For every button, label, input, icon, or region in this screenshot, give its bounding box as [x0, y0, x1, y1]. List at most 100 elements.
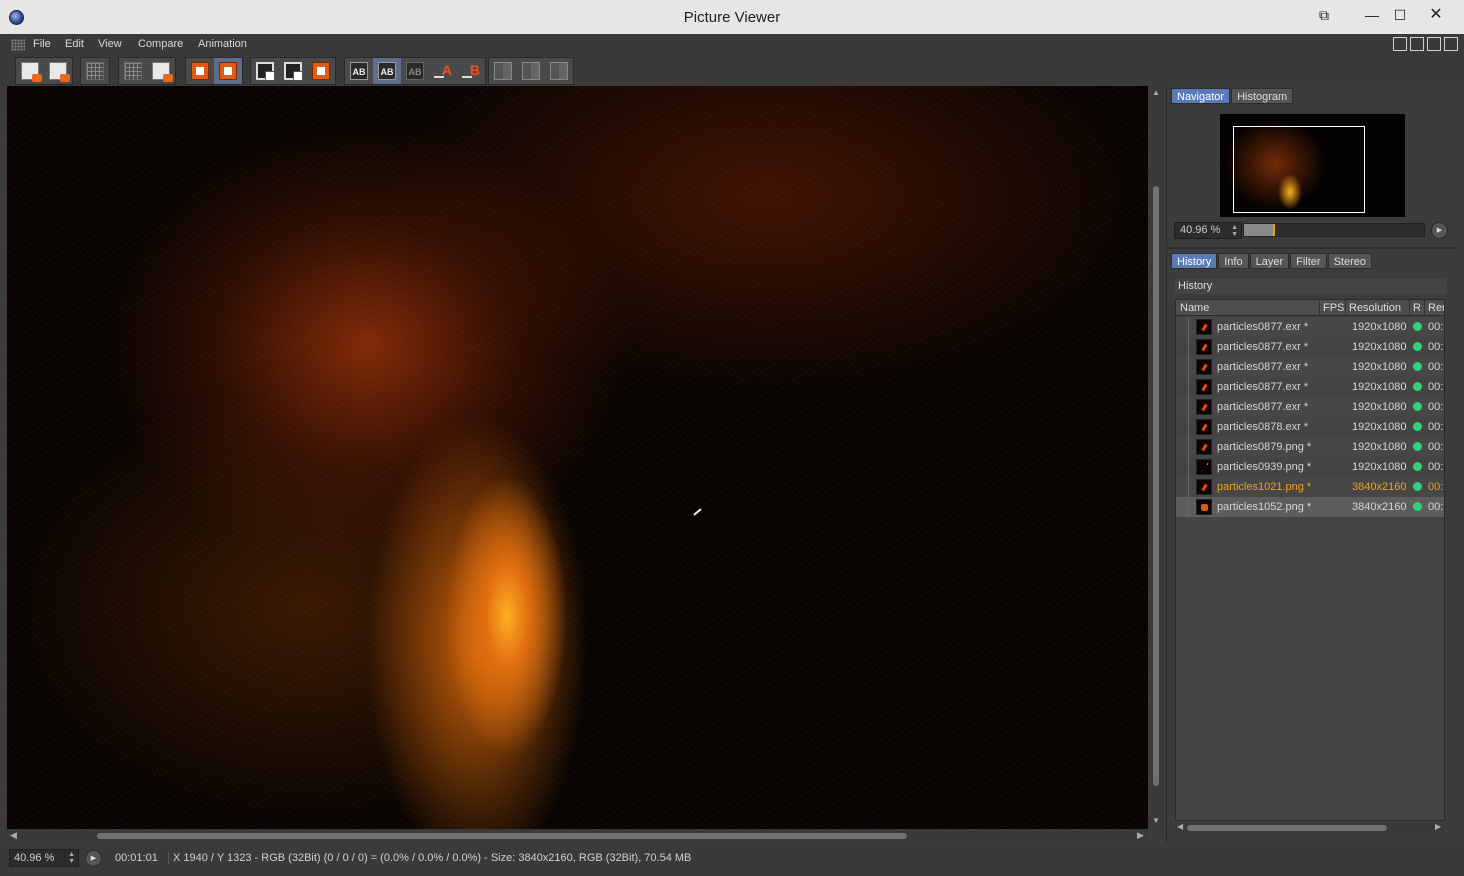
- column-separator[interactable]: [1424, 300, 1425, 316]
- vertical-scroll-thumb[interactable]: [1153, 186, 1159, 786]
- row-render-time: 00:: [1428, 401, 1444, 413]
- cinema4d-app-icon[interactable]: [9, 10, 24, 25]
- vertical-scrollbar[interactable]: ▲ ▼: [1148, 86, 1165, 829]
- image-viewport[interactable]: [7, 86, 1148, 829]
- fit-region-button[interactable]: [279, 58, 307, 84]
- column-name[interactable]: Name: [1180, 302, 1209, 314]
- dock-panel-icon[interactable]: [1444, 37, 1458, 51]
- zoom-spinner-icon[interactable]: ▲ ▼: [68, 851, 75, 865]
- ab-compare-button[interactable]: AB: [345, 58, 373, 84]
- tab-filter[interactable]: Filter: [1290, 253, 1327, 269]
- table-row[interactable]: particles0877.exr * 1920x1080 00:: [1176, 317, 1444, 337]
- column-resolution[interactable]: Resolution: [1349, 302, 1401, 314]
- table-row[interactable]: particles0877.exr * 1920x1080 00:: [1176, 357, 1444, 377]
- set-a-button[interactable]: A: [429, 58, 457, 84]
- history-scroll-thumb[interactable]: [1187, 825, 1387, 831]
- history-scroll-right-icon[interactable]: ▶: [1435, 822, 1441, 831]
- crop-button[interactable]: [119, 58, 147, 84]
- menu-grip-icon[interactable]: [11, 39, 25, 51]
- ab-split-button[interactable]: AB: [401, 58, 429, 84]
- row-name: particles0877.exr *: [1217, 401, 1309, 413]
- render-status-dot: [1413, 502, 1422, 511]
- scroll-down-icon[interactable]: ▼: [1152, 816, 1160, 825]
- menu-compare[interactable]: Compare: [138, 38, 183, 50]
- layout-controls: [1393, 37, 1458, 51]
- split-left-button[interactable]: [489, 58, 517, 84]
- navigator-view-rect[interactable]: [1233, 126, 1365, 213]
- table-row[interactable]: particles1052.png * 3840x2160 00:: [1176, 497, 1444, 517]
- horizontal-scrollbar[interactable]: ◀ ▶: [7, 829, 1148, 843]
- view-stamp-button[interactable]: [307, 58, 335, 84]
- column-separator[interactable]: [1319, 300, 1320, 316]
- table-row[interactable]: particles0939.png * 1920x1080 00:: [1176, 457, 1444, 477]
- split-center-button[interactable]: [517, 58, 545, 84]
- tab-histogram[interactable]: Histogram: [1231, 88, 1294, 104]
- zoom-field[interactable]: 40.96 % ▲ ▼: [9, 849, 79, 867]
- table-row[interactable]: particles0877.exr * 1920x1080 00:: [1176, 337, 1444, 357]
- render-thumbnail-icon: [1196, 399, 1212, 415]
- navigator-zoom-slider[interactable]: [1243, 223, 1425, 237]
- render-thumbnail-icon: [1196, 479, 1212, 495]
- scroll-left-icon[interactable]: ◀: [10, 830, 17, 841]
- toolbar-group-view: [250, 57, 336, 85]
- navigator-preview[interactable]: [1220, 114, 1405, 217]
- horizontal-scroll-thumb[interactable]: [97, 833, 907, 839]
- copy-to-ab-button[interactable]: [186, 58, 214, 84]
- open-button[interactable]: [16, 58, 44, 84]
- column-render-time[interactable]: Rer: [1428, 302, 1444, 314]
- tab-layer[interactable]: Layer: [1249, 253, 1290, 269]
- move-panel-icon[interactable]: [1427, 37, 1441, 51]
- panel-divider[interactable]: [1167, 247, 1457, 249]
- menu-animation[interactable]: Animation: [198, 38, 247, 50]
- tab-navigator[interactable]: Navigator: [1171, 88, 1231, 104]
- history-horizontal-scrollbar[interactable]: ◀ ▶: [1175, 822, 1445, 834]
- history-scroll-left-icon[interactable]: ◀: [1177, 822, 1183, 831]
- tab-history[interactable]: History: [1171, 253, 1218, 269]
- render-status-dot: [1413, 362, 1422, 371]
- navigator-slider-knob[interactable]: [1273, 224, 1275, 236]
- scroll-right-icon[interactable]: ▶: [1137, 830, 1144, 841]
- menu-file[interactable]: File: [33, 38, 51, 50]
- scroll-up-icon[interactable]: ▲: [1152, 88, 1160, 97]
- column-fps[interactable]: FPS: [1323, 302, 1344, 314]
- fit-frame-button[interactable]: [251, 58, 279, 84]
- navigator-zoom-spinner-icon[interactable]: ▲ ▼: [1231, 224, 1238, 238]
- mouse-cursor-icon: [693, 508, 702, 516]
- table-row[interactable]: particles0878.exr * 1920x1080 00:: [1176, 417, 1444, 437]
- column-separator[interactable]: [1345, 300, 1346, 316]
- menu-edit[interactable]: Edit: [65, 38, 84, 50]
- export-button[interactable]: [147, 58, 175, 84]
- panel-layout-icon[interactable]: [1393, 37, 1407, 51]
- render-thumbnail-icon: [1196, 419, 1212, 435]
- row-render-time: 00:: [1428, 361, 1444, 373]
- split-right-button[interactable]: [545, 58, 573, 84]
- navigator-zoom-field[interactable]: 40.96 % ▲ ▼: [1174, 222, 1242, 239]
- table-row[interactable]: particles1021.png * 3840x2160 00:: [1176, 477, 1444, 497]
- column-r[interactable]: R: [1413, 302, 1421, 314]
- save-button[interactable]: [44, 58, 72, 84]
- play-button[interactable]: ▶: [85, 850, 102, 867]
- ab-overlay-button[interactable]: AB: [373, 58, 401, 84]
- navigator-play-button[interactable]: ▶: [1431, 222, 1448, 239]
- maximize-button[interactable]: ☐: [1386, 5, 1414, 25]
- render-thumbnail-icon: [1196, 319, 1212, 335]
- close-button[interactable]: ✕: [1422, 5, 1450, 25]
- load-ab-button[interactable]: [214, 58, 242, 84]
- tab-stereo[interactable]: Stereo: [1327, 253, 1372, 269]
- render-region-icon: [86, 62, 104, 80]
- title-bar: Picture Viewer ⧉ — ☐ ✕: [0, 0, 1464, 34]
- render-region-button[interactable]: [81, 58, 109, 84]
- table-row[interactable]: particles0877.exr * 1920x1080 00:: [1176, 397, 1444, 417]
- table-row[interactable]: particles0877.exr * 1920x1080 00:: [1176, 377, 1444, 397]
- menu-view[interactable]: View: [98, 38, 122, 50]
- row-resolution: 1920x1080: [1352, 341, 1407, 353]
- navigator-zoom-value: 40.96 %: [1180, 224, 1221, 236]
- tab-info[interactable]: Info: [1218, 253, 1249, 269]
- column-separator[interactable]: [1409, 300, 1410, 316]
- minimize-button[interactable]: —: [1358, 5, 1386, 25]
- zoom-value: 40.96 %: [14, 852, 55, 864]
- table-row[interactable]: particles0879.png * 1920x1080 00:: [1176, 437, 1444, 457]
- window-extra-button[interactable]: ⧉: [1310, 5, 1338, 25]
- add-panel-icon[interactable]: [1410, 37, 1424, 51]
- set-b-button[interactable]: B: [457, 58, 485, 84]
